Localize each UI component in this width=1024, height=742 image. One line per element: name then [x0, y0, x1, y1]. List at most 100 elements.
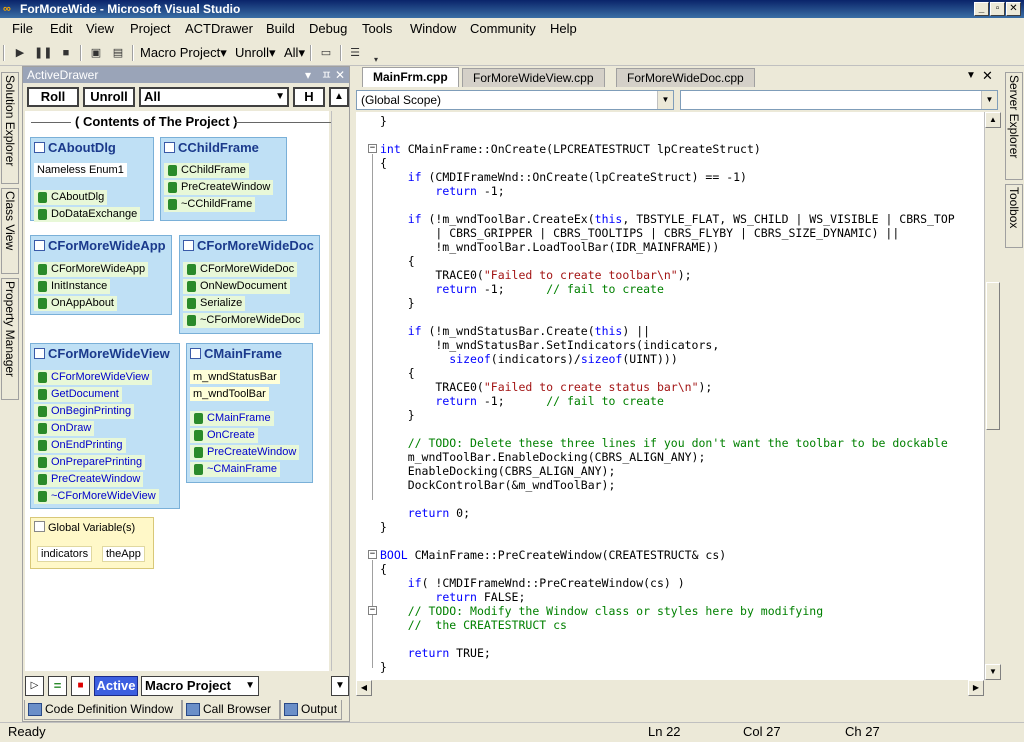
code-line[interactable]: // the CREATESTRUCT cs [380, 618, 567, 632]
code-line[interactable]: TRACE0("Failed to create status bar\n"); [380, 380, 712, 394]
tab-solution-explorer[interactable]: Solution Explorer [1, 72, 19, 184]
active-button[interactable]: Active [94, 676, 138, 696]
code-line[interactable]: { [380, 254, 415, 268]
class-box-cformorewideapp[interactable]: CForMoreWideApp CForMoreWideApp InitInst… [30, 235, 172, 315]
class-checkbox[interactable] [164, 142, 175, 153]
tab-server-explorer[interactable]: Server Explorer [1005, 72, 1023, 180]
menu-community[interactable]: Community [470, 21, 536, 36]
editor-scroll-thumb[interactable] [986, 282, 1000, 430]
roll-button[interactable]: Roll [27, 87, 79, 107]
code-line[interactable]: return -1; // fail to create [380, 282, 664, 296]
collapse-region-icon[interactable]: − [368, 606, 377, 615]
tab-class-view[interactable]: Class View [1, 188, 19, 274]
menu-actdrawer[interactable]: ACTDrawer [185, 21, 253, 36]
code-line[interactable]: return 0; [380, 506, 470, 520]
class-method[interactable]: ~CChildFrame [164, 197, 256, 212]
class-checkbox[interactable] [34, 142, 45, 153]
drawer-bottom-dropdown[interactable]: ▼ [331, 676, 349, 696]
minimize-button[interactable]: _ [974, 2, 989, 16]
class-box-cformorewidedoc[interactable]: CForMoreWideDoc CForMoreWideDoc OnNewDoc… [179, 235, 320, 334]
code-line[interactable]: { [380, 562, 387, 576]
macro-project-dropdown[interactable]: Macro Project▾ [140, 44, 227, 62]
code-line[interactable]: m_wndToolBar.EnableDocking(CBRS_ALIGN_AN… [380, 450, 706, 464]
scope-dropdown-icon[interactable]: ▼ [657, 91, 673, 109]
class-method[interactable]: CAboutDlg [34, 190, 108, 205]
class-checkbox[interactable] [190, 348, 201, 359]
pause-macro-icon[interactable]: ❚❚ [34, 45, 52, 61]
code-line[interactable]: return -1; // fail to create [380, 394, 664, 408]
menu-debug[interactable]: Debug [309, 21, 347, 36]
code-line[interactable]: return TRUE; [380, 646, 491, 660]
close-button[interactable]: ✕ [1006, 2, 1021, 16]
class-box-cmainframe[interactable]: CMainFrame m_wndStatusBar m_wndToolBar C… [186, 343, 313, 483]
class-method[interactable]: OnAppAbout [34, 296, 117, 311]
window-arrange-icon[interactable]: ▤ [110, 45, 126, 61]
code-line[interactable]: // TODO: Delete these three lines if you… [380, 436, 948, 450]
code-line[interactable]: if (!m_wndStatusBar.Create(this) || [380, 324, 650, 338]
class-method[interactable]: CForMoreWideApp [34, 262, 149, 277]
code-line[interactable]: if( !CMDIFrameWnd::PreCreateWindow(cs) ) [380, 576, 685, 590]
menu-edit[interactable]: Edit [50, 21, 72, 36]
run-macro-icon[interactable]: ▶ [12, 45, 28, 61]
class-method[interactable]: OnNewDocument [183, 279, 290, 294]
unroll-dropdown[interactable]: Unroll▾ [235, 44, 276, 62]
menu-file[interactable]: File [12, 21, 33, 36]
filter-dropdown-icon[interactable]: ▼ [275, 89, 285, 105]
class-method[interactable]: GetDocument [34, 387, 122, 402]
class-method[interactable]: ~CForMoreWideView [34, 489, 159, 504]
restore-button[interactable]: ▫ [990, 2, 1005, 16]
class-field[interactable]: m_wndToolBar [190, 387, 269, 401]
code-line[interactable]: if (CMDIFrameWnd::OnCreate(lpCreateStruc… [380, 170, 747, 184]
drawer-close-icon[interactable]: ✕ [335, 67, 345, 83]
collapse-region-icon[interactable]: − [368, 144, 377, 153]
menu-view[interactable]: View [86, 21, 114, 36]
filter-combo[interactable]: All ▼ [139, 87, 289, 107]
class-checkbox[interactable] [34, 348, 45, 359]
class-method[interactable]: ~CForMoreWideDoc [183, 313, 304, 328]
menu-window[interactable]: Window [410, 21, 456, 36]
drawer-dropdown-icon[interactable]: ▾ [305, 67, 311, 83]
menu-project[interactable]: Project [130, 21, 170, 36]
class-box-caboutdlg[interactable]: CAboutDlg Nameless Enum1 CAboutDlg DoDat… [30, 137, 154, 222]
monitor-icon[interactable]: ▭ [318, 45, 334, 61]
macro-project-combo[interactable]: Macro Project ▼ [141, 676, 259, 696]
code-line[interactable]: { [380, 366, 415, 380]
global-variable[interactable]: theApp [102, 546, 145, 562]
code-line[interactable]: BOOL CMainFrame::PreCreateWindow(CREATES… [380, 548, 726, 562]
window-layout-icon[interactable]: ▣ [88, 45, 104, 61]
class-method[interactable]: OnPreparePrinting [34, 455, 146, 470]
list-view-icon[interactable]: ☰ [347, 45, 363, 61]
code-line[interactable]: sizeof(indicators)/sizeof(UINT))) [380, 352, 678, 366]
class-field[interactable]: Nameless Enum1 [34, 163, 127, 177]
class-method[interactable]: CChildFrame [164, 163, 249, 178]
class-method[interactable]: CMainFrame [190, 411, 274, 426]
global-variable[interactable]: indicators [37, 546, 93, 562]
scroll-down-icon[interactable]: ▼ [985, 664, 1001, 680]
menu-build[interactable]: Build [266, 21, 295, 36]
code-line[interactable]: return -1; [380, 184, 504, 198]
global-variables-box[interactable]: Global Variable(s) indicators theApp [30, 517, 154, 569]
code-area[interactable]: }int CMainFrame::OnCreate(LPCREATESTRUCT… [356, 112, 984, 680]
code-line[interactable]: } [380, 520, 387, 534]
class-method[interactable]: OnEndPrinting [34, 438, 126, 453]
menu-help[interactable]: Help [550, 21, 577, 36]
code-line[interactable]: } [380, 408, 415, 422]
scroll-up-icon[interactable]: ▲ [985, 112, 1001, 128]
tab-call-browser[interactable]: Call Browser [182, 700, 280, 720]
code-line[interactable]: } [380, 660, 387, 674]
stop-icon[interactable]: ■ [71, 676, 90, 696]
menu-tools[interactable]: Tools [362, 21, 392, 36]
tab-output[interactable]: Output [280, 700, 342, 720]
code-line[interactable]: int CMainFrame::OnCreate(LPCREATESTRUCT … [380, 142, 761, 156]
code-line[interactable]: if (!m_wndToolBar.CreateEx(this, TBSTYLE… [380, 212, 955, 226]
code-line[interactable]: !m_wndToolBar.LoadToolBar(IDR_MAINFRAME)… [380, 240, 719, 254]
code-line[interactable]: !m_wndStatusBar.SetIndicators(indicators… [380, 338, 719, 352]
scroll-left-icon[interactable]: ◀ [356, 680, 372, 696]
drawer-scrollbar[interactable] [331, 111, 349, 671]
class-checkbox[interactable] [183, 240, 194, 251]
editor-tabs-dropdown-icon[interactable]: ▼ [966, 70, 976, 81]
code-line[interactable]: } [380, 114, 387, 128]
class-field[interactable]: m_wndStatusBar [190, 370, 280, 384]
editor-close-icon[interactable]: ✕ [982, 68, 993, 84]
unroll-button[interactable]: Unroll [83, 87, 135, 107]
